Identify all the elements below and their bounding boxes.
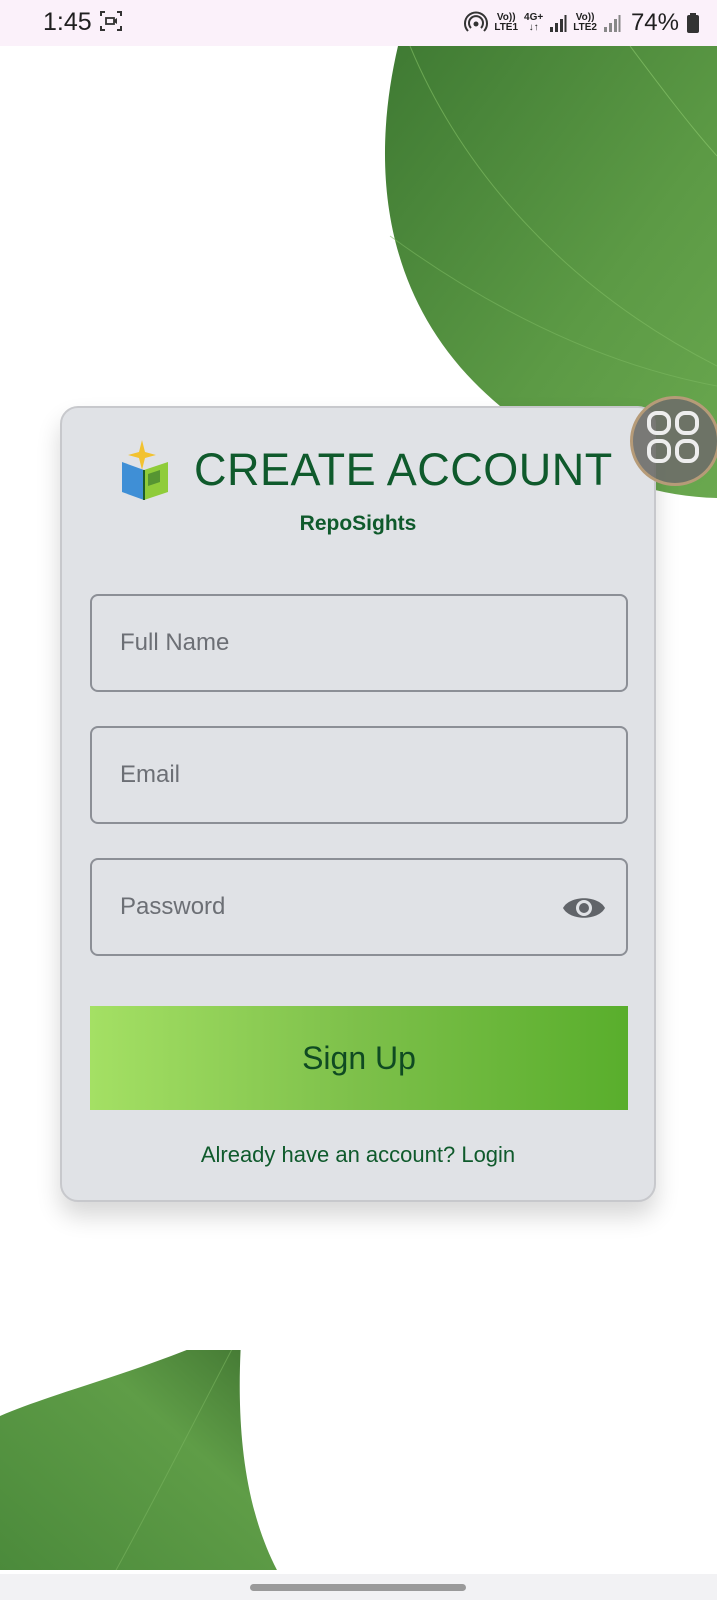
sim2-volte-label: Vo)) LTE2 <box>573 12 597 33</box>
password-field-box <box>90 858 628 956</box>
sim1-volte-label: Vo)) LTE1 <box>494 12 519 33</box>
password-input[interactable] <box>92 860 626 954</box>
home-gesture-handle[interactable] <box>250 1584 466 1591</box>
signal-icon <box>550 15 567 32</box>
hotspot-icon <box>464 11 489 32</box>
network-type-label: 4G+ ↓↑ <box>524 12 544 33</box>
status-bar: 1:45 Vo)) LTE1 4G+ ↓↑ Vo)) LTE2 74% <box>0 0 717 46</box>
floating-launcher-button[interactable] <box>630 396 717 486</box>
email-input[interactable] <box>92 728 626 822</box>
signal-2-icon <box>603 15 621 32</box>
battery-percent: 74% <box>630 9 679 36</box>
full-name-input[interactable] <box>92 596 626 690</box>
app-grid-icon <box>647 411 699 463</box>
email-field-box <box>90 726 628 824</box>
page-title: CREATE ACCOUNT <box>194 444 613 495</box>
reposights-logo-icon <box>122 440 168 500</box>
login-link[interactable]: Already have an account? Login <box>62 1142 654 1168</box>
leaf-decoration-bottom <box>0 1350 278 1570</box>
show-password-eye-icon[interactable] <box>562 890 606 926</box>
full-name-field-box <box>90 594 628 692</box>
navigation-bar <box>0 1574 717 1600</box>
screen-record-icon <box>100 11 122 31</box>
status-time: 1:45 <box>43 8 92 36</box>
battery-icon <box>687 13 699 33</box>
status-icons: Vo)) LTE1 4G+ ↓↑ Vo)) LTE2 74% <box>464 6 699 40</box>
sign-up-button[interactable]: Sign Up <box>90 1006 628 1110</box>
create-account-card: CREATE ACCOUNT RepoSights Sign Up Alread… <box>60 406 656 1202</box>
app-name: RepoSights <box>299 512 417 535</box>
